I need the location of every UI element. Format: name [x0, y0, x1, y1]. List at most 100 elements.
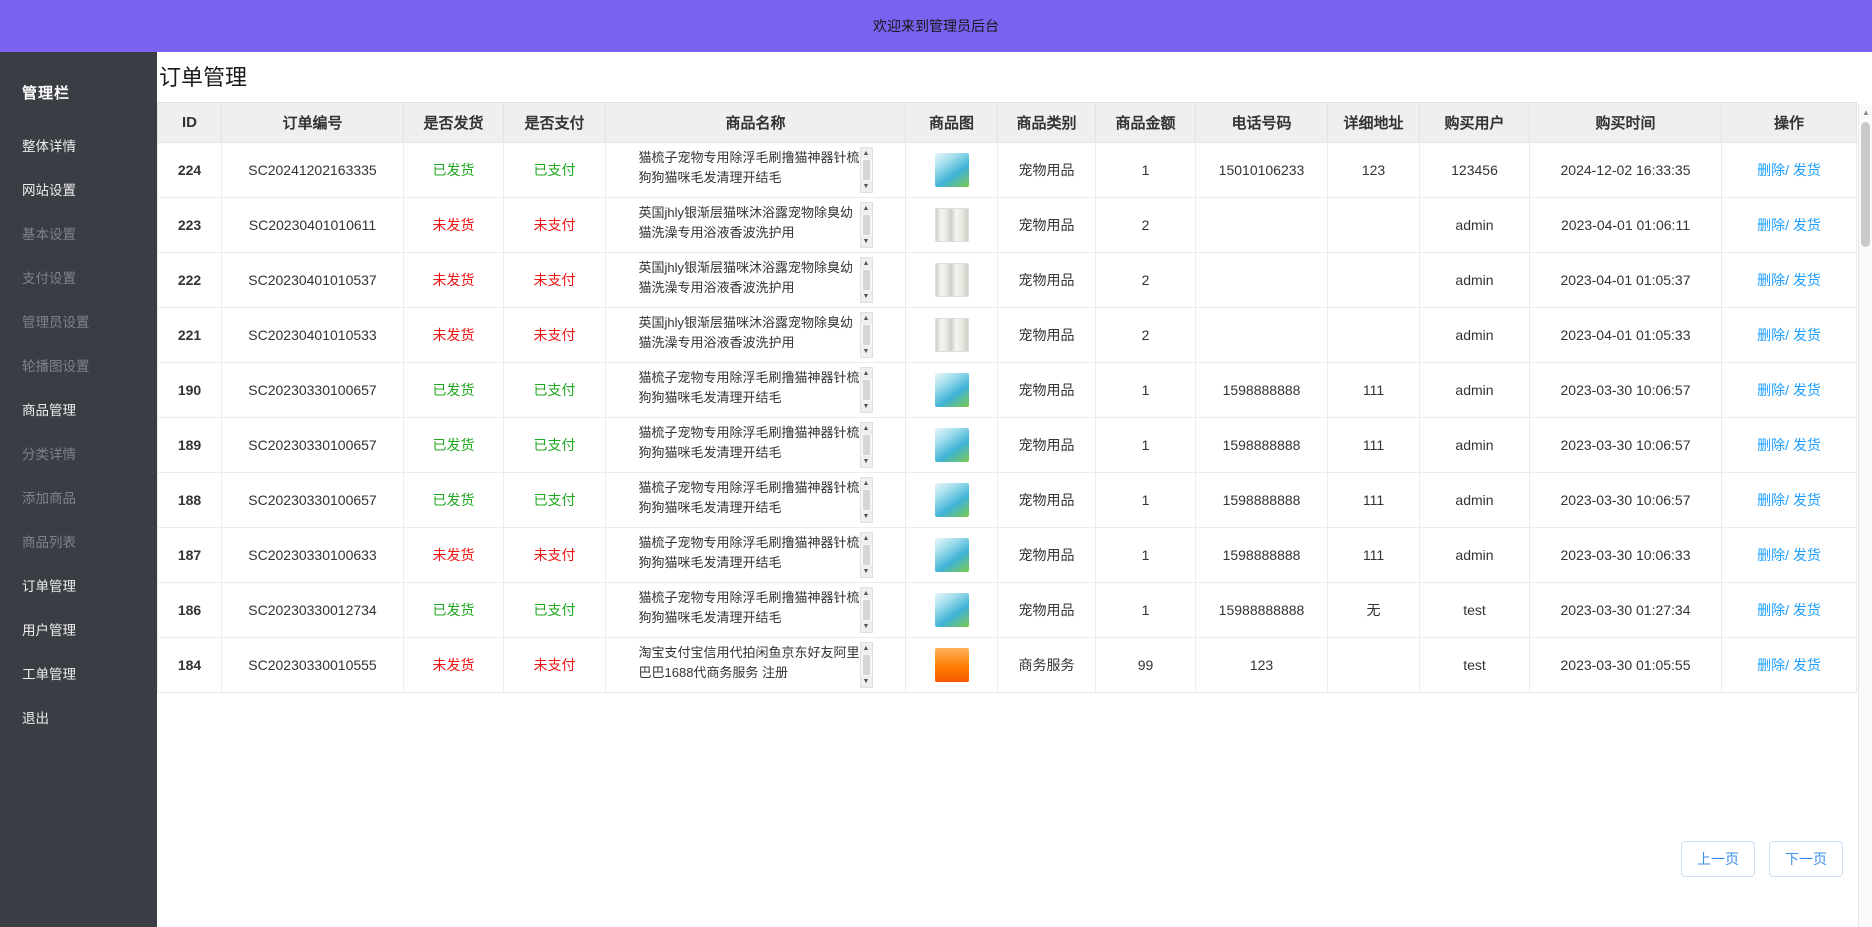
delete-link[interactable]: 删除 — [1757, 162, 1785, 178]
ship-link[interactable]: 发货 — [1793, 162, 1821, 178]
scroll-down-icon[interactable]: ▼ — [861, 236, 872, 247]
scroll-thumb[interactable] — [863, 270, 870, 290]
scroll-down-icon[interactable]: ▼ — [861, 181, 872, 192]
action-separator: / — [1785, 382, 1789, 398]
scroll-up-icon[interactable]: ▲ — [861, 588, 872, 599]
sidebar-item[interactable]: 分类详情 — [0, 431, 157, 475]
col-header-purchase-time: 购买时间 — [1530, 103, 1722, 143]
scroll-down-icon[interactable]: ▼ — [861, 621, 872, 632]
scroll-down-icon[interactable]: ▼ — [861, 346, 872, 357]
scroll-up-icon[interactable]: ▲ — [861, 313, 872, 324]
product-name-cell: 猫梳子宠物专用除浮毛刷撸猫神器针梳狗狗猫咪毛发清理开结毛 ▲ ▼ — [606, 583, 906, 638]
next-page-button[interactable]: 下一页 — [1769, 841, 1843, 877]
scroll-down-icon[interactable]: ▼ — [861, 456, 872, 467]
sidebar-item[interactable]: 商品管理 — [0, 387, 157, 431]
ship-link[interactable]: 发货 — [1793, 327, 1821, 343]
ship-link[interactable]: 发货 — [1793, 492, 1821, 508]
delete-link[interactable]: 删除 — [1757, 272, 1785, 288]
delete-link[interactable]: 删除 — [1757, 547, 1785, 563]
textarea-scrollbar[interactable]: ▲ ▼ — [860, 642, 873, 688]
col-header-address: 详细地址 — [1328, 103, 1420, 143]
sidebar-item[interactable]: 退出 — [0, 695, 157, 739]
scrollbar-thumb[interactable] — [1861, 122, 1870, 247]
ship-link[interactable]: 发货 — [1793, 547, 1821, 563]
table-row: 223 SC20230401010611 未发货 未支付 英国jhly银渐层猫咪… — [158, 198, 1857, 253]
scroll-up-icon[interactable]: ▲ — [861, 423, 872, 434]
scroll-up-icon[interactable]: ▲ — [861, 533, 872, 544]
ship-link[interactable]: 发货 — [1793, 217, 1821, 233]
product-name-textarea[interactable]: 英国jhly银渐层猫咪沐浴露宠物除臭幼猫洗澡专用浴液香波洗护用 — [639, 203, 860, 247]
sidebar-item[interactable]: 添加商品 — [0, 475, 157, 519]
delete-link[interactable]: 删除 — [1757, 217, 1785, 233]
product-name-textarea[interactable]: 英国jhly银渐层猫咪沐浴露宠物除臭幼猫洗澡专用浴液香波洗护用 — [639, 313, 860, 357]
scroll-up-icon[interactable]: ▲ — [861, 203, 872, 214]
delete-link[interactable]: 删除 — [1757, 492, 1785, 508]
product-name-textarea[interactable]: 猫梳子宠物专用除浮毛刷撸猫神器针梳狗狗猫咪毛发清理开结毛 — [639, 148, 860, 192]
ship-link[interactable]: 发货 — [1793, 437, 1821, 453]
scroll-down-icon[interactable]: ▼ — [861, 511, 872, 522]
sidebar-item[interactable]: 基本设置 — [0, 211, 157, 255]
textarea-scrollbar[interactable]: ▲ ▼ — [860, 532, 873, 578]
delete-link[interactable]: 删除 — [1757, 327, 1785, 343]
textarea-scrollbar[interactable]: ▲ ▼ — [860, 477, 873, 523]
actions-cell: 删除/ 发货 — [1722, 418, 1857, 473]
scroll-down-icon[interactable]: ▼ — [861, 676, 872, 687]
product-name-textarea[interactable]: 猫梳子宠物专用除浮毛刷撸猫神器针梳狗狗猫咪毛发清理开结毛 — [639, 368, 860, 412]
textarea-scrollbar[interactable]: ▲ ▼ — [860, 422, 873, 468]
delete-link[interactable]: 删除 — [1757, 602, 1785, 618]
page-scrollbar[interactable]: ▲ ▼ — [1858, 104, 1872, 927]
delete-link[interactable]: 删除 — [1757, 657, 1785, 673]
scroll-down-icon[interactable]: ▼ — [861, 401, 872, 412]
sidebar-item[interactable]: 工单管理 — [0, 651, 157, 695]
delete-link[interactable]: 删除 — [1757, 437, 1785, 453]
scroll-down-icon[interactable]: ▼ — [861, 566, 872, 577]
scroll-thumb[interactable] — [863, 655, 870, 675]
product-name-textarea[interactable]: 猫梳子宠物专用除浮毛刷撸猫神器针梳狗狗猫咪毛发清理开结毛 — [639, 588, 860, 632]
textarea-scrollbar[interactable]: ▲ ▼ — [860, 202, 873, 248]
ship-link[interactable]: 发货 — [1793, 382, 1821, 398]
ship-link[interactable]: 发货 — [1793, 602, 1821, 618]
scroll-up-icon[interactable]: ▲ — [861, 258, 872, 269]
textarea-scrollbar[interactable]: ▲ ▼ — [860, 367, 873, 413]
scroll-thumb[interactable] — [863, 160, 870, 180]
sidebar-item[interactable]: 商品列表 — [0, 519, 157, 563]
product-name-textarea[interactable]: 英国jhly银渐层猫咪沐浴露宠物除臭幼猫洗澡专用浴液香波洗护用 — [639, 258, 860, 302]
pay-status: 未支付 — [534, 547, 576, 563]
textarea-scrollbar[interactable]: ▲ ▼ — [860, 312, 873, 358]
delete-link[interactable]: 删除 — [1757, 382, 1785, 398]
scroll-up-icon[interactable]: ▲ — [861, 478, 872, 489]
product-name-textarea[interactable]: 淘宝支付宝信用代拍闲鱼京东好友阿里巴巴1688代商务服务 注册 — [639, 643, 860, 687]
table-row: 222 SC20230401010537 未发货 未支付 英国jhly银渐层猫咪… — [158, 253, 1857, 308]
scroll-thumb[interactable] — [863, 215, 870, 235]
ship-link[interactable]: 发货 — [1793, 272, 1821, 288]
product-name-textarea[interactable]: 猫梳子宠物专用除浮毛刷撸猫神器针梳狗狗猫咪毛发清理开结毛 — [639, 533, 860, 577]
textarea-scrollbar[interactable]: ▲ ▼ — [860, 587, 873, 633]
textarea-scrollbar[interactable]: ▲ ▼ — [860, 147, 873, 193]
scroll-thumb[interactable] — [863, 325, 870, 345]
textarea-scrollbar[interactable]: ▲ ▼ — [860, 257, 873, 303]
sidebar-item[interactable]: 支付设置 — [0, 255, 157, 299]
prev-page-button[interactable]: 上一页 — [1681, 841, 1755, 877]
scroll-thumb[interactable] — [863, 380, 870, 400]
col-header-id: ID — [158, 103, 222, 143]
scroll-thumb[interactable] — [863, 490, 870, 510]
product-name-textarea[interactable]: 猫梳子宠物专用除浮毛刷撸猫神器针梳狗狗猫咪毛发清理开结毛 — [639, 423, 860, 467]
order-id: 221 — [158, 308, 222, 363]
sidebar-item[interactable]: 用户管理 — [0, 607, 157, 651]
scroll-thumb[interactable] — [863, 545, 870, 565]
scrollbar-up-icon[interactable]: ▲ — [1859, 106, 1872, 120]
ship-link[interactable]: 发货 — [1793, 657, 1821, 673]
scroll-thumb[interactable] — [863, 435, 870, 455]
sidebar-item[interactable]: 订单管理 — [0, 563, 157, 607]
product-name-textarea[interactable]: 猫梳子宠物专用除浮毛刷撸猫神器针梳狗狗猫咪毛发清理开结毛 — [639, 478, 860, 522]
product-name-cell: 淘宝支付宝信用代拍闲鱼京东好友阿里巴巴1688代商务服务 注册 ▲ ▼ — [606, 638, 906, 693]
sidebar-item[interactable]: 网站设置 — [0, 167, 157, 211]
scroll-up-icon[interactable]: ▲ — [861, 368, 872, 379]
scroll-up-icon[interactable]: ▲ — [861, 148, 872, 159]
sidebar-item[interactable]: 整体详情 — [0, 123, 157, 167]
sidebar-item[interactable]: 管理员设置 — [0, 299, 157, 343]
scroll-thumb[interactable] — [863, 600, 870, 620]
scroll-down-icon[interactable]: ▼ — [861, 291, 872, 302]
scroll-up-icon[interactable]: ▲ — [861, 643, 872, 654]
sidebar-item[interactable]: 轮播图设置 — [0, 343, 157, 387]
